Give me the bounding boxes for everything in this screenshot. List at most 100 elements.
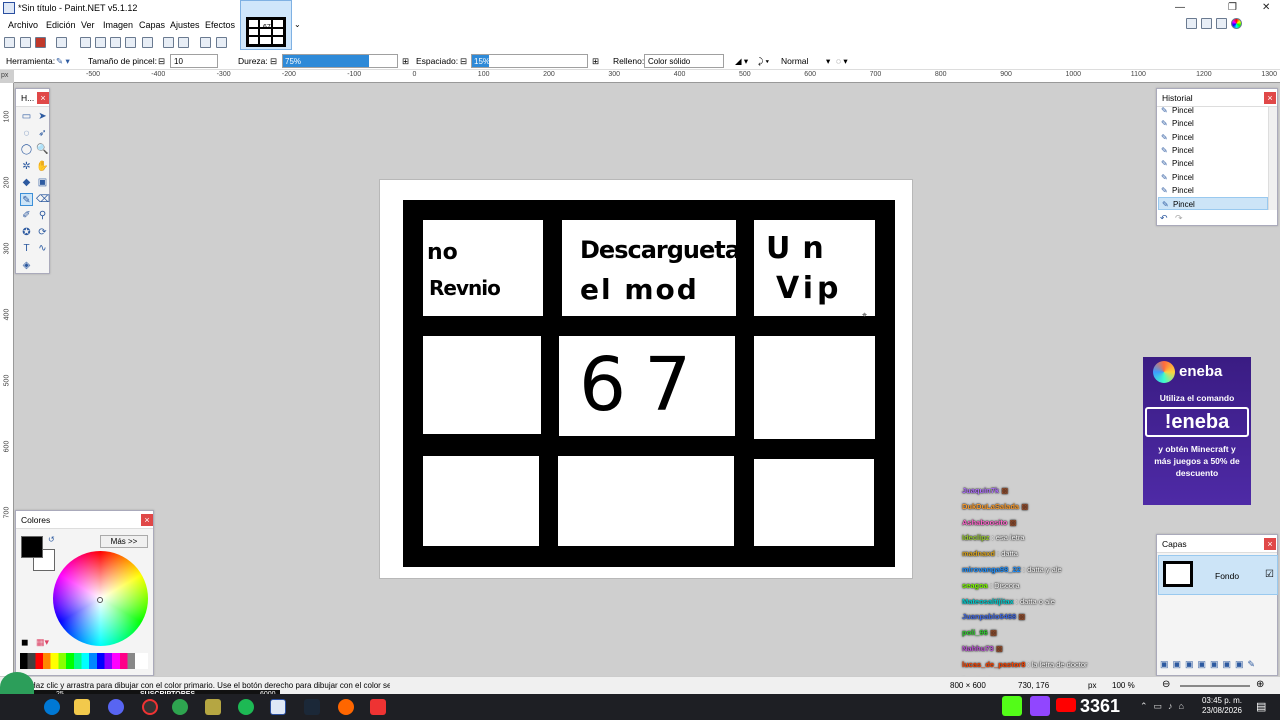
maximize-icon[interactable]: ❐ [1228,2,1237,13]
zoom-slider[interactable] [1180,685,1250,687]
brush-size-decrement-icon[interactable]: ⊟ [158,56,165,67]
spacing-increment-icon[interactable]: ⊞ [592,56,599,67]
more-colors-button[interactable]: Más >> [100,535,148,548]
spacing-decrement-icon[interactable]: ⊟ [460,56,467,67]
history-item[interactable]: ✎ Pincel [1158,184,1268,197]
reset-colors-icon[interactable]: ◼ [21,637,28,648]
brush-tool-icon[interactable]: ✎ ▾ [56,56,70,67]
menu-edicion[interactable]: Edición [46,20,76,30]
paste-icon[interactable] [110,37,121,48]
menu-ajustes[interactable]: Ajustes [170,20,200,30]
colors-panel-toggle-icon[interactable] [1231,18,1242,29]
layer-row[interactable]: Fondo ☑ [1158,555,1278,595]
history-panel-close-icon[interactable]: × [1264,92,1276,104]
grid-icon[interactable] [200,37,211,48]
tools-panel-toggle-icon[interactable] [1186,18,1197,29]
fill-select[interactable]: Color sólido [644,54,724,68]
primary-color-swatch[interactable] [21,536,43,558]
new-file-icon[interactable] [4,37,15,48]
menu-ver[interactable]: Ver [81,20,95,30]
magic-wand-tool-icon[interactable]: ✲ [20,160,33,173]
rect-select-tool-icon[interactable]: ▭ [20,110,33,123]
history-panel-toggle-icon[interactable] [1201,18,1212,29]
ruler-icon[interactable] [216,37,227,48]
eraser-tool-icon[interactable]: ⌫ [36,193,50,206]
spacing-slider[interactable]: 15% [471,54,588,68]
move-selection-tool-icon[interactable]: ➤ [36,110,49,123]
pencil-tool-icon[interactable]: ✐ [20,209,33,222]
blend-dropdown-icon[interactable]: ▾ [826,56,830,67]
pan-tool-icon[interactable]: ✋ [36,160,49,173]
color-picker-tool-icon[interactable]: ⚲ [36,209,49,222]
hardness-decrement-icon[interactable]: ⊟ [270,56,277,67]
notifications-icon[interactable]: ▤ [1256,700,1266,713]
swap-colors-icon[interactable]: ↺ [48,535,55,544]
menu-capas[interactable]: Capas [139,20,165,30]
history-item[interactable]: ✎ Pincel [1158,197,1268,211]
tools-panel-close-icon[interactable]: × [37,92,49,104]
steam-icon[interactable] [304,699,320,715]
hardness-slider[interactable]: 75% [282,54,398,68]
game-icon[interactable] [205,699,221,715]
palette-menu-icon[interactable]: ▦▾ [36,637,49,648]
layer-actions-icons[interactable]: ▣▣▣▣▣▣▣✎ [1160,659,1259,670]
clock-date[interactable]: 23/08/2026 [1200,706,1242,715]
hardness-increment-icon[interactable]: ⊞ [402,56,409,67]
move-selected-tool-icon[interactable]: ➶ [36,127,49,140]
undo-icon[interactable] [163,37,174,48]
layers-panel-close-icon[interactable]: × [1264,538,1276,550]
tab-dropdown-icon[interactable]: ⌄ [294,20,301,29]
image-tab-thumbnail[interactable]: 67 [240,0,292,50]
colors-panel-close-icon[interactable]: × [141,514,153,526]
history-item[interactable]: ✎ Pincel [1158,131,1268,144]
paintbrush-tool-icon[interactable]: ✎ [20,192,33,206]
app-icon[interactable] [338,699,354,715]
paintnet-taskbar-icon[interactable] [270,699,286,715]
save-icon[interactable] [35,37,46,48]
file-explorer-icon[interactable] [74,699,90,715]
crop-icon[interactable] [125,37,136,48]
gradient-tool-icon[interactable]: ▣ [36,176,49,189]
history-undo-icon[interactable]: ↶ [1160,213,1168,224]
cut-icon[interactable] [80,37,91,48]
history-item[interactable]: ✎ Pincel [1158,171,1268,184]
discord-icon[interactable] [108,699,124,715]
history-item[interactable]: ✎ Pincel [1158,117,1268,130]
zoom-in-icon[interactable]: ⊕ [1256,679,1264,690]
recorder-icon[interactable] [370,699,386,715]
color-wheel-handle[interactable] [97,597,103,603]
brush-size-input[interactable]: 10 [170,54,218,68]
recolor-tool-icon[interactable]: ⟳ [36,226,49,239]
clock-time[interactable]: 03:45 p. m. [1200,696,1242,705]
zoom-level[interactable]: 100 % [1112,681,1135,690]
ellipse-select-tool-icon[interactable]: ◯ [20,143,33,156]
system-tray-icons[interactable]: ⌃▭♪⌂ [1140,701,1190,712]
history-item[interactable]: ✎ Pincel [1158,157,1268,170]
copy-icon[interactable] [95,37,106,48]
menu-imagen[interactable]: Imagen [103,20,133,30]
layers-panel-toggle-icon[interactable] [1216,18,1227,29]
browser-icon[interactable] [44,699,60,715]
print-icon[interactable] [56,37,67,48]
redo-icon[interactable] [178,37,189,48]
lasso-select-tool-icon[interactable]: ◌ [20,127,33,140]
open-file-icon[interactable] [20,37,31,48]
close-icon[interactable]: ✕ [1262,2,1270,13]
history-item[interactable]: ✎ Pincel [1158,104,1268,117]
history-redo-icon[interactable]: ↷ [1175,213,1183,224]
obs-icon[interactable] [142,699,158,715]
shapes-tool-icon[interactable]: ◈ [20,259,33,272]
paint-bucket-tool-icon[interactable]: ◆ [20,176,33,189]
unit-select[interactable]: px [1088,681,1096,690]
zoom-tool-icon[interactable]: 🔍 [36,143,49,156]
sampling-icon[interactable]: ◌ ▾ [836,56,848,67]
deselect-icon[interactable] [142,37,153,48]
history-scrollbar[interactable] [1268,107,1277,210]
history-item[interactable]: ✎ Pincel [1158,144,1268,157]
spotify-icon[interactable] [238,699,254,715]
color-palette[interactable] [20,653,148,669]
blend-mode-select[interactable]: Normal [781,56,808,66]
text-tool-icon[interactable]: T [20,242,33,255]
line-curve-tool-icon[interactable]: ∿ [36,242,49,255]
layer-visibility-checkbox[interactable]: ☑ [1265,569,1274,580]
